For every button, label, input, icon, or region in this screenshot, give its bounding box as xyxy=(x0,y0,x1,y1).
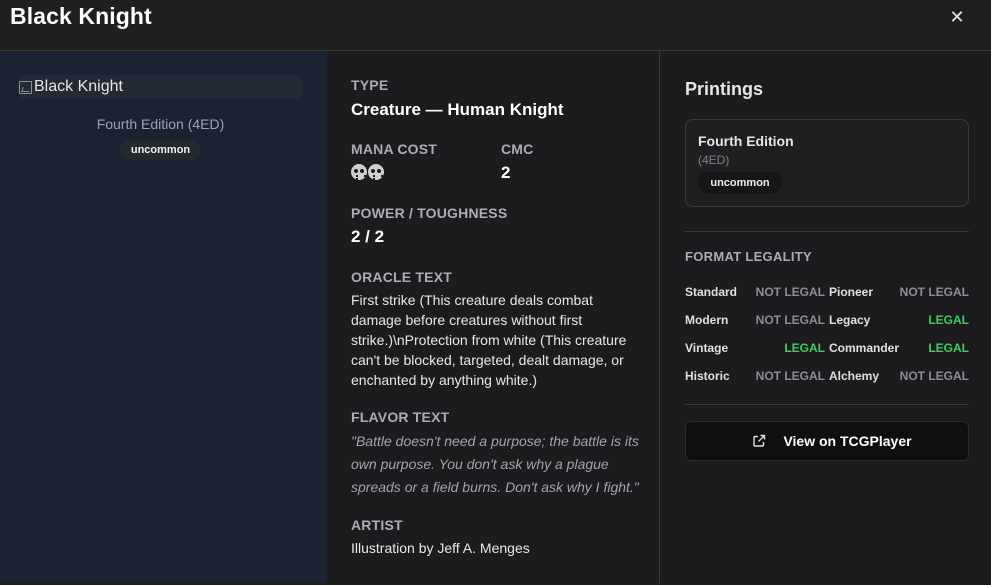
printing-set-name: Fourth Edition xyxy=(698,133,794,149)
rarity-badge: uncommon xyxy=(120,140,201,160)
mana-cost-label: MANA COST xyxy=(351,141,438,157)
view-on-tcgplayer-button[interactable]: View on TCGPlayer xyxy=(685,421,969,461)
format-name: Alchemy xyxy=(829,369,880,383)
set-name: Fourth Edition (4ED) xyxy=(96,116,225,132)
flavor-text-label: FLAVOR TEXT xyxy=(351,409,450,425)
format-name: Legacy xyxy=(829,313,871,327)
close-icon[interactable]: ✕ xyxy=(944,5,970,29)
format-name: Standard xyxy=(685,285,738,299)
oracle-text: First strike (This creature deals combat… xyxy=(351,292,627,388)
artist-text: Illustration by Jeff A. Menges xyxy=(351,540,530,556)
type-value: Creature — Human Knight xyxy=(351,100,564,119)
format-status: NOT LEGAL xyxy=(755,313,825,327)
modal-header: Black Knight ✕ xyxy=(0,0,991,51)
format-status: NOT LEGAL xyxy=(899,369,969,383)
format-status: NOT LEGAL xyxy=(899,285,969,299)
divider xyxy=(685,404,969,405)
power-toughness-label: POWER / TOUGHNESS xyxy=(351,205,508,221)
black-mana-icon xyxy=(368,164,384,180)
printing-set-code: (4ED) xyxy=(698,153,730,167)
printing-card[interactable]: Fourth Edition (4ED) uncommon xyxy=(685,119,969,207)
card-title: Black Knight xyxy=(10,3,152,29)
format-status: LEGAL xyxy=(928,313,969,327)
format-name: Historic xyxy=(685,369,730,383)
format-legality-heading: FORMAT LEGALITY xyxy=(685,249,813,264)
divider xyxy=(685,231,969,232)
format-status: LEGAL xyxy=(784,341,825,355)
format-name: Vintage xyxy=(685,341,729,355)
format-status: NOT LEGAL xyxy=(755,285,825,299)
card-image: Black Knight xyxy=(18,75,303,99)
printings-panel: Printings Fourth Edition (4ED) uncommon … xyxy=(661,51,991,583)
card-details-panel: TYPE Creature — Human Knight MANA COST C… xyxy=(327,51,660,583)
tcgplayer-label: View on TCGPlayer xyxy=(783,433,912,449)
card-image-panel: Black Knight Fourth Edition (4ED) uncomm… xyxy=(0,51,327,583)
cmc-label: CMC xyxy=(501,141,534,157)
power-toughness-value: 2 / 2 xyxy=(351,227,385,246)
format-name: Commander xyxy=(829,341,900,355)
format-name: Modern xyxy=(685,313,729,327)
artist-label: ARTIST xyxy=(351,517,403,533)
printings-heading: Printings xyxy=(685,79,764,99)
type-label: TYPE xyxy=(351,77,389,93)
format-name: Pioneer xyxy=(829,285,874,299)
printing-rarity-badge: uncommon xyxy=(698,172,782,194)
external-link-icon xyxy=(753,434,766,447)
format-status: LEGAL xyxy=(928,341,969,355)
cmc-value: 2 xyxy=(501,163,511,182)
card-image-alt: Black Knight xyxy=(34,78,123,95)
oracle-text-label: ORACLE TEXT xyxy=(351,269,452,285)
black-mana-icon xyxy=(351,164,367,180)
mana-cost xyxy=(351,164,384,180)
broken-image-icon xyxy=(19,80,32,94)
flavor-text: "Battle doesn't need a purpose; the batt… xyxy=(351,433,639,495)
format-status: NOT LEGAL xyxy=(755,369,825,383)
